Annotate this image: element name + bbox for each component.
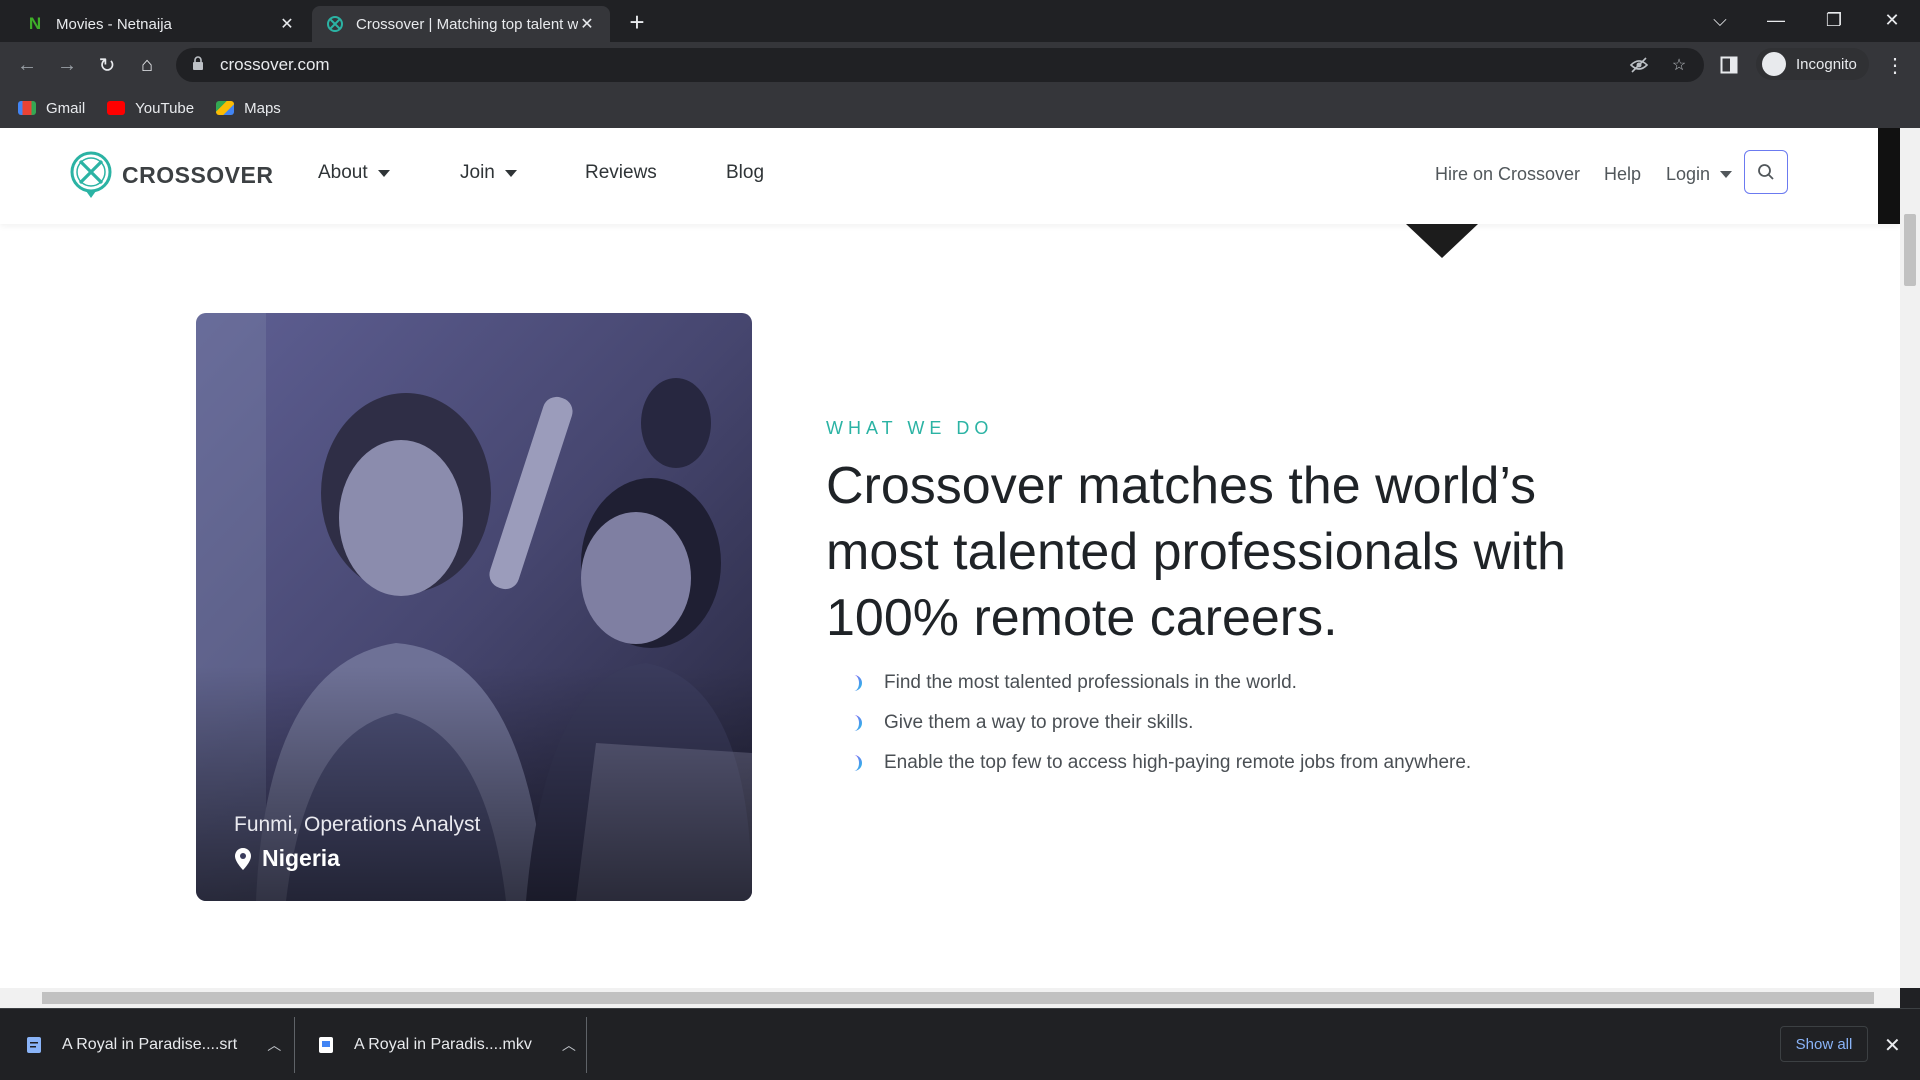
show-all-button[interactable]: Show all (1780, 1026, 1868, 1062)
more-menu-icon[interactable]: ⋮ (1880, 50, 1910, 80)
nav-login-label: Login (1666, 164, 1711, 184)
subtitle-file-icon (27, 1037, 41, 1053)
nav-join-label: Join (460, 162, 495, 183)
reload-icon[interactable]: ↻ (92, 50, 122, 80)
tab-netnaija[interactable]: N Movies - Netnaija ✕ (12, 6, 310, 42)
scrollbar-thumb[interactable] (42, 992, 1874, 1004)
nav-hire[interactable]: Hire on Crossover (1435, 164, 1580, 185)
chevron-up-icon[interactable]: ︿ (267, 1035, 281, 1055)
gmail-icon (18, 101, 36, 115)
nav-join[interactable]: Join (460, 162, 517, 184)
browser-toolbar: ← → ↻ ⌂ crossover.com ☆ Incognito ⋮ (0, 42, 1920, 88)
close-tab-icon[interactable]: ✕ (578, 14, 596, 34)
minimize-icon[interactable]: — (1748, 0, 1804, 40)
bookmark-star-icon[interactable]: ☆ (1668, 54, 1690, 76)
tab-search-chevron-icon[interactable]: ⌵ (1692, 0, 1748, 40)
bookmark-gmail[interactable]: Gmail (18, 100, 85, 117)
incognito-profile-button[interactable]: Incognito (1756, 48, 1869, 80)
close-tab-icon[interactable]: ✕ (278, 14, 296, 34)
tab-crossover[interactable]: Crossover | Matching top talent w ✕ (312, 6, 610, 42)
edge-dark-strip (1878, 128, 1900, 224)
eye-off-icon[interactable] (1628, 54, 1650, 76)
back-arrow-icon[interactable]: ← (12, 50, 42, 80)
download-item[interactable]: A Royal in Paradis....mkv ︿ (318, 1009, 576, 1080)
chevron-up-icon[interactable]: ︿ (562, 1035, 576, 1055)
section-headline: Crossover matches the world’s most talen… (826, 457, 1566, 647)
crescent-bullet-icon (854, 755, 862, 771)
downloads-bar: A Royal in Paradise....srt ︿ A Royal in … (0, 1008, 1920, 1080)
site-header: CROSSOVER About Join Reviews Blog Hire o… (0, 128, 1900, 224)
site-search-button[interactable] (1744, 150, 1788, 194)
window-close-icon[interactable]: ✕ (1864, 0, 1920, 40)
url-text: crossover.com (220, 55, 330, 74)
crescent-bullet-icon (854, 675, 862, 691)
crossover-logo-icon (70, 151, 112, 198)
incognito-icon (1762, 52, 1786, 76)
tab-title: Movies - Netnaija (56, 15, 172, 33)
caret-down-icon (377, 169, 390, 177)
bullet-item: Give them a way to prove their skills. (852, 703, 1471, 743)
bullet-text: Give them a way to prove their skills. (884, 712, 1194, 733)
video-file-icon (319, 1037, 333, 1053)
logo-wordmark: CROSSOVER (122, 161, 274, 188)
photo-caption-name: Funmi, Operations Analyst (234, 813, 481, 836)
bookmark-label: Gmail (46, 99, 86, 117)
tab-title: Crossover | Matching top talent w (356, 15, 578, 33)
lock-icon (192, 55, 206, 75)
section-eyebrow: WHAT WE DO (826, 418, 994, 438)
bookmark-label: Maps (244, 99, 281, 117)
scrollbar-thumb[interactable] (1904, 214, 1916, 286)
nav-reviews[interactable]: Reviews (585, 162, 657, 184)
bookmark-maps[interactable]: Maps (216, 100, 281, 117)
download-filename: A Royal in Paradise....srt (62, 1036, 238, 1053)
bullet-item: Find the most talented professionals in … (852, 663, 1471, 703)
nav-help[interactable]: Help (1604, 164, 1641, 185)
vertical-scrollbar[interactable] (1900, 128, 1920, 988)
nav-login[interactable]: Login (1666, 164, 1733, 185)
home-icon[interactable]: ⌂ (132, 50, 162, 80)
tab-strip: N Movies - Netnaija ✕ Crossover | Matchi… (0, 0, 1920, 42)
page-viewport: CROSSOVER About Join Reviews Blog Hire o… (0, 128, 1900, 988)
section-bullets: Find the most talented professionals in … (852, 663, 1471, 783)
download-divider (586, 1017, 587, 1073)
caret-down-icon (1720, 171, 1733, 178)
crescent-bullet-icon (854, 715, 862, 731)
close-downloads-icon[interactable]: ✕ (1884, 1033, 1901, 1058)
nav-blog[interactable]: Blog (726, 162, 764, 184)
bullet-item: Enable the top few to access high-paying… (852, 743, 1471, 783)
bullet-text: Find the most talented professionals in … (884, 672, 1297, 693)
download-filename: A Royal in Paradis....mkv (354, 1036, 532, 1053)
new-tab-button[interactable]: + (622, 8, 652, 38)
location-pin-icon (235, 847, 251, 870)
horizontal-scrollbar[interactable] (0, 988, 1900, 1008)
caret-down-icon (504, 169, 517, 177)
dropdown-notch (1406, 224, 1478, 258)
netnaija-n-icon: N (28, 14, 42, 33)
location-label: Nigeria (262, 845, 340, 871)
maps-icon (216, 101, 235, 115)
restore-icon[interactable]: ❐ (1806, 0, 1862, 40)
side-panel-icon[interactable] (1714, 50, 1744, 80)
forward-arrow-icon[interactable]: → (52, 50, 82, 80)
address-bar[interactable]: crossover.com ☆ (176, 48, 1704, 82)
download-item[interactable]: A Royal in Paradise....srt ︿ (26, 1009, 281, 1080)
nav-about[interactable]: About (318, 162, 390, 184)
download-divider (294, 1017, 295, 1073)
profile-label: Incognito (1796, 55, 1857, 73)
crossover-icon (326, 15, 344, 33)
bookmarks-bar: Gmail YouTube Maps (0, 88, 1920, 128)
nav-about-label: About (318, 162, 368, 183)
crossover-logo[interactable]: CROSSOVER (68, 150, 273, 200)
profile-photo-card: Funmi, Operations Analyst Nigeria (196, 313, 752, 901)
bookmark-youtube[interactable]: YouTube (107, 100, 194, 117)
youtube-icon (107, 101, 126, 115)
bookmark-label: YouTube (135, 99, 195, 117)
bullet-text: Enable the top few to access high-paying… (884, 752, 1472, 773)
search-icon (1758, 164, 1774, 180)
photo-caption-location: Nigeria (234, 845, 340, 872)
